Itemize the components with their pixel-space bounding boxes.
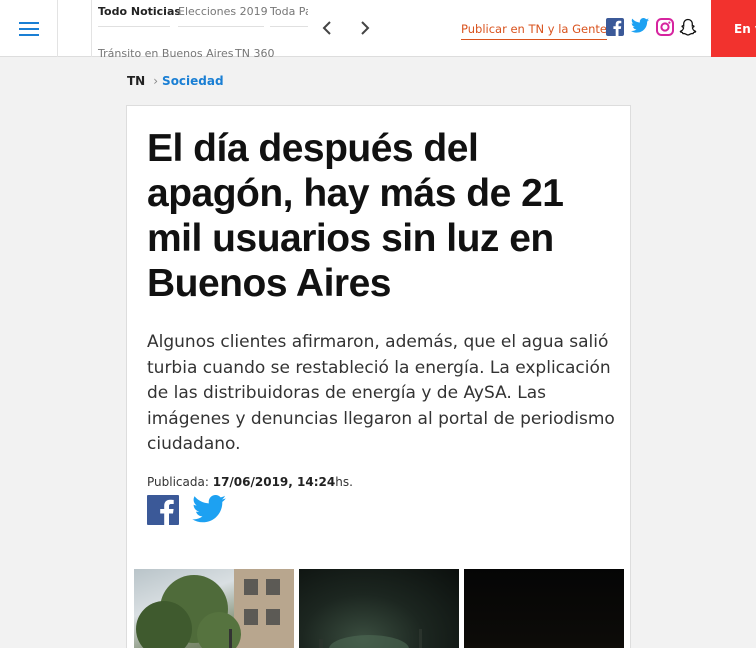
twitter-icon[interactable] bbox=[631, 18, 649, 36]
divider bbox=[91, 0, 92, 57]
publish-link[interactable]: Publicar en TN y la Gente bbox=[461, 22, 607, 40]
live-button[interactable]: En v bbox=[711, 0, 756, 57]
nav-link-tn-360[interactable]: TN 360 bbox=[235, 47, 274, 68]
breadcrumb-section[interactable]: Sociedad bbox=[162, 74, 224, 88]
nav-link-toda-pa[interactable]: Toda Pa bbox=[270, 5, 308, 27]
gallery-image-night[interactable] bbox=[299, 569, 459, 648]
nav-link-elecciones-2019[interactable]: Elecciones 2019 bbox=[178, 5, 268, 27]
instagram-icon[interactable] bbox=[656, 18, 674, 36]
facebook-icon[interactable] bbox=[606, 18, 624, 36]
breadcrumb-home[interactable]: TN bbox=[127, 74, 145, 88]
chevron-left-icon[interactable] bbox=[316, 16, 338, 40]
top-navigation-bar: Todo Noticias Elecciones 2019 Toda Pa Tr… bbox=[0, 0, 756, 60]
gallery-image-street[interactable] bbox=[134, 569, 294, 648]
article-lead: Algunos clientes afirmaron, además, que … bbox=[147, 332, 615, 454]
published-date: 17/06/2019, 14:24 bbox=[212, 475, 336, 489]
gallery-image-dark-street[interactable] bbox=[464, 569, 624, 648]
article-card: El día después del apagón, hay más de 21… bbox=[126, 105, 631, 648]
breadcrumb: TN › Sociedad bbox=[127, 74, 224, 88]
published-info: Publicada: 17/06/2019, 14:24hs. bbox=[147, 475, 353, 489]
chevron-right-icon[interactable] bbox=[354, 16, 376, 40]
twitter-icon[interactable] bbox=[192, 495, 226, 525]
snapchat-icon[interactable] bbox=[679, 18, 697, 36]
hamburger-menu-icon[interactable] bbox=[0, 0, 58, 57]
nav-link-todo-noticias[interactable]: Todo Noticias bbox=[98, 5, 181, 27]
chevron-right-icon: › bbox=[153, 74, 159, 88]
published-suffix: hs. bbox=[335, 475, 353, 489]
nav-link-transito[interactable]: Tránsito en Buenos Aires bbox=[98, 47, 233, 68]
facebook-icon[interactable] bbox=[147, 495, 179, 525]
article-title: El día después del apagón, hay más de 21… bbox=[147, 127, 564, 305]
published-label: Publicada: bbox=[147, 475, 209, 489]
